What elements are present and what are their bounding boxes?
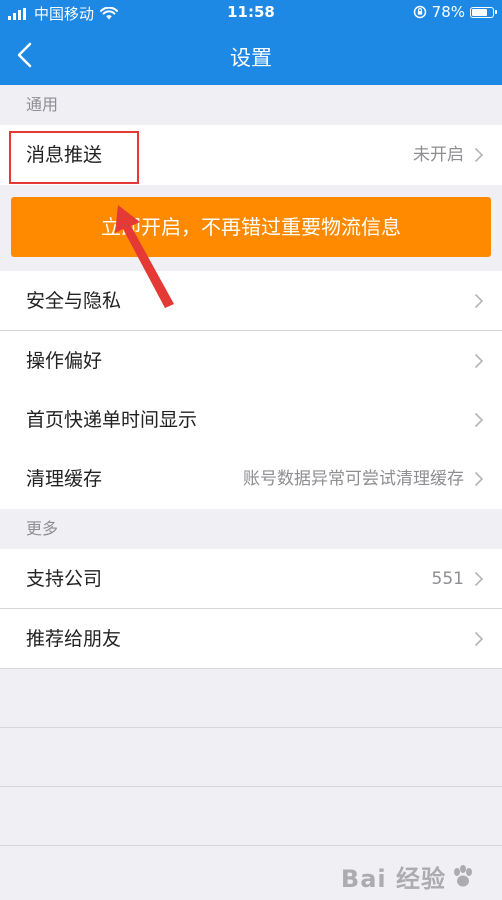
chevron-right-icon (474, 571, 484, 587)
paw-logo-icon (454, 864, 472, 886)
status-bar: 中国移动 11:58 78% (0, 0, 502, 25)
annotation-highlight-box (9, 131, 139, 184)
row-clear-cache[interactable]: 清理缓存 账号数据异常可尝试清理缓存 (0, 449, 502, 509)
row-value: 账号数据异常可尝试清理缓存 (243, 469, 464, 489)
row-label: 首页快递单时间显示 (26, 409, 198, 431)
row-operation-preferences[interactable]: 操作偏好 (0, 331, 502, 391)
empty-divider (0, 786, 502, 787)
empty-divider (0, 845, 502, 846)
chevron-right-icon (474, 353, 484, 369)
section-header-general: 通用 (26, 95, 59, 114)
row-label: 安全与隐私 (26, 290, 122, 312)
row-value: 551 (431, 569, 464, 589)
nav-bar: 设置 (0, 25, 502, 85)
row-security-privacy[interactable]: 安全与隐私 (0, 271, 502, 331)
section-header-more: 更多 (26, 519, 59, 538)
battery-icon (470, 6, 497, 18)
row-home-time-display[interactable]: 首页快递单时间显示 (0, 390, 502, 450)
status-right: 78% (413, 3, 497, 21)
baidu-watermark: Bai 经验 (341, 859, 476, 894)
row-label: 推荐给朋友 (26, 628, 122, 650)
row-value: 未开启 (413, 145, 464, 165)
page-title: 设置 (230, 46, 272, 70)
enable-push-banner[interactable]: 立即开启，不再错过重要物流信息 (11, 197, 491, 257)
row-supported-companies[interactable]: 支持公司 551 (0, 549, 502, 609)
empty-divider (0, 727, 502, 728)
row-recommend-to-friends[interactable]: 推荐给朋友 (0, 609, 502, 669)
chevron-right-icon (474, 147, 484, 163)
annotation-arrow-icon (115, 205, 174, 308)
watermark-text: Bai 经验 (340, 865, 446, 893)
chevron-right-icon (474, 471, 484, 487)
row-label: 操作偏好 (26, 350, 103, 372)
battery-fill (472, 8, 488, 16)
orientation-lock-icon (413, 5, 426, 19)
chevron-right-icon (474, 412, 484, 428)
chevron-right-icon (474, 631, 484, 647)
battery-percent: 78% (431, 3, 465, 21)
row-label: 支持公司 (26, 568, 103, 590)
row-label: 清理缓存 (26, 468, 103, 490)
chevron-right-icon (474, 293, 484, 309)
